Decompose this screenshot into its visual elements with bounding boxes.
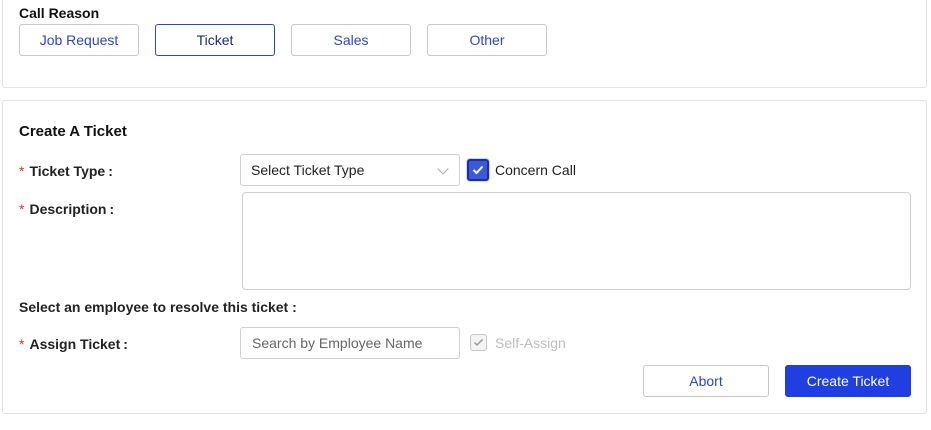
label-colon: :: [109, 201, 115, 217]
reason-button-other[interactable]: Other: [427, 24, 547, 56]
employee-section-heading: Select an employee to resolve this ticke…: [19, 299, 297, 315]
create-ticket-panel: Create A Ticket * Ticket Type: Select Tic…: [2, 100, 927, 414]
self-assign-label: Self-Assign: [495, 334, 566, 351]
reason-button-job-request[interactable]: Job Request: [19, 24, 139, 56]
abort-button[interactable]: Abort: [643, 365, 769, 397]
ticket-type-select[interactable]: Select Ticket Type: [240, 154, 460, 186]
self-assign-checkbox-wrap[interactable]: Self-Assign: [470, 334, 566, 351]
checkmark-icon: [473, 338, 484, 347]
required-mark: *: [19, 163, 25, 179]
employee-search-input[interactable]: [240, 327, 460, 359]
self-assign-checkbox[interactable]: [470, 334, 487, 351]
reason-button-sales[interactable]: Sales: [291, 24, 411, 56]
ticket-type-select-value: Select Ticket Type: [251, 162, 365, 178]
call-reason-panel: Call Reason Job Request Ticket Sales Oth…: [2, 0, 927, 88]
create-ticket-button[interactable]: Create Ticket: [785, 365, 911, 397]
reason-button-ticket[interactable]: Ticket: [155, 24, 275, 56]
description-label: * Description:: [19, 201, 114, 217]
label-colon: :: [108, 163, 113, 179]
description-textarea[interactable]: [242, 192, 911, 290]
assign-ticket-label: * Assign Ticket:: [19, 336, 128, 352]
concern-call-checkbox-wrap[interactable]: Concern Call: [467, 159, 576, 181]
ticket-type-label: * Ticket Type:: [19, 163, 113, 179]
checkmark-icon: [472, 165, 484, 175]
required-mark: *: [19, 336, 25, 352]
chevron-down-icon: [437, 163, 449, 175]
description-label-text: Description: [29, 201, 107, 217]
concern-call-label: Concern Call: [495, 162, 576, 178]
required-mark: *: [19, 201, 25, 217]
label-colon: :: [123, 336, 128, 352]
create-ticket-title: Create A Ticket: [19, 123, 127, 140]
concern-call-checkbox[interactable]: [467, 159, 489, 181]
assign-ticket-label-text: Assign Ticket: [29, 336, 121, 352]
call-reason-title: Call Reason: [19, 5, 100, 21]
ticket-type-label-text: Ticket Type: [29, 163, 106, 179]
